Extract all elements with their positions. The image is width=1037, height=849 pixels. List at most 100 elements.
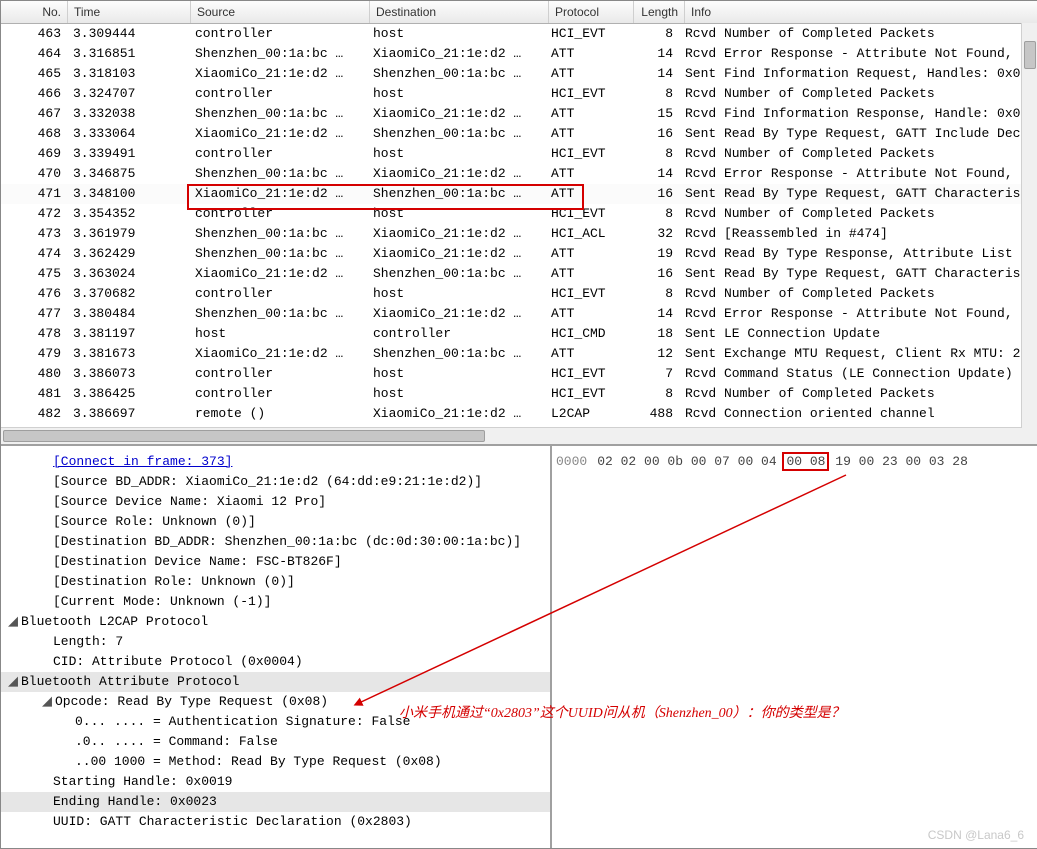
detail-mode[interactable]: [Current Mode: Unknown (-1)] (1, 592, 550, 612)
col-proto[interactable]: Protocol (549, 1, 634, 23)
cell-src: host (189, 324, 367, 344)
cell-dst: host (367, 204, 545, 224)
table-row[interactable]: 4733.361979Shenzhen_00:1a:bc …XiaomiCo_2… (1, 224, 1037, 244)
table-row[interactable]: 4643.316851Shenzhen_00:1a:bc …XiaomiCo_2… (1, 44, 1037, 64)
table-row[interactable]: 4633.309444controllerhostHCI_EVT8Rcvd Nu… (1, 24, 1037, 44)
expand-icon[interactable]: ◢ (7, 612, 19, 632)
cell-src: remote () (189, 404, 367, 424)
table-row[interactable]: 4753.363024XiaomiCo_21:1e:d2 …Shenzhen_0… (1, 264, 1037, 284)
cell-proto: HCI_EVT (545, 24, 629, 44)
detail-dst-addr[interactable]: [Destination BD_ADDR: Shenzhen_00:1a:bc … (1, 532, 550, 552)
table-row[interactable]: 4813.386425controllerhostHCI_EVT8Rcvd Nu… (1, 384, 1037, 404)
expand-icon[interactable]: ◢ (41, 692, 53, 712)
detail-len[interactable]: Length: 7 (1, 632, 550, 652)
cell-len: 16 (629, 184, 679, 204)
cell-info: Rcvd Number of Completed Packets (679, 84, 1037, 104)
detail-end-handle[interactable]: Ending Handle: 0x0023 (1, 792, 550, 812)
packet-rows[interactable]: 4633.309444controllerhostHCI_EVT8Rcvd Nu… (1, 24, 1037, 444)
hscroll-thumb[interactable] (3, 430, 485, 442)
cell-info: Rcvd Error Response - Attribute Not Foun… (679, 164, 1037, 184)
detail-uuid[interactable]: UUID: GATT Characteristic Declaration (0… (1, 812, 550, 832)
cell-proto: L2CAP (545, 404, 629, 424)
cell-info: Rcvd Number of Completed Packets (679, 384, 1037, 404)
cell-no: 469 (1, 144, 67, 164)
cell-len: 18 (629, 324, 679, 344)
table-row[interactable]: 4763.370682controllerhostHCI_EVT8Rcvd Nu… (1, 284, 1037, 304)
cell-info: Sent Find Information Request, Handles: … (679, 64, 1037, 84)
cell-no: 473 (1, 224, 67, 244)
cell-time: 3.316851 (67, 44, 189, 64)
cell-time: 3.370682 (67, 284, 189, 304)
expand-icon[interactable]: ◢ (7, 672, 19, 692)
table-row[interactable]: 4783.381197hostcontrollerHCI_CMD18Sent L… (1, 324, 1037, 344)
detail-start-handle[interactable]: Starting Handle: 0x0019 (1, 772, 550, 792)
cell-proto: ATT (545, 244, 629, 264)
cell-time: 3.381673 (67, 344, 189, 364)
table-row[interactable]: 4803.386073controllerhostHCI_EVT7Rcvd Co… (1, 364, 1037, 384)
col-no[interactable]: No. (1, 1, 68, 23)
cell-no: 468 (1, 124, 67, 144)
detail-cid[interactable]: CID: Attribute Protocol (0x0004) (1, 652, 550, 672)
packet-list-pane[interactable]: No. Time Source Destination Protocol Len… (1, 1, 1037, 446)
cell-dst: Shenzhen_00:1a:bc … (367, 64, 545, 84)
detail-connect-link[interactable]: [Connect in frame: 373] (53, 454, 232, 469)
cell-info: Sent Read By Type Request, GATT Characte… (679, 264, 1037, 284)
table-row[interactable]: 4823.386697remote ()XiaomiCo_21:1e:d2 …L… (1, 404, 1037, 424)
table-row[interactable]: 4673.332038Shenzhen_00:1a:bc …XiaomiCo_2… (1, 104, 1037, 124)
hex-offset: 0000 (556, 454, 587, 469)
col-info[interactable]: Info (685, 1, 1037, 23)
cell-no: 479 (1, 344, 67, 364)
vscrollbar[interactable] (1021, 23, 1037, 444)
cell-time: 3.332038 (67, 104, 189, 124)
tree-attp[interactable]: ◢Bluetooth Attribute Protocol (1, 672, 550, 692)
col-src[interactable]: Source (191, 1, 370, 23)
col-len[interactable]: Length (634, 1, 685, 23)
table-row[interactable]: 4703.346875Shenzhen_00:1a:bc …XiaomiCo_2… (1, 164, 1037, 184)
cell-src: controller (189, 84, 367, 104)
cell-src: controller (189, 204, 367, 224)
cell-dst: host (367, 144, 545, 164)
cell-proto: HCI_EVT (545, 384, 629, 404)
cell-len: 488 (629, 404, 679, 424)
cell-proto: HCI_EVT (545, 144, 629, 164)
detail-src-role[interactable]: [Source Role: Unknown (0)] (1, 512, 550, 532)
detail-bit-cmd[interactable]: .0.. .... = Command: False (1, 732, 550, 752)
cell-info: Rcvd Number of Completed Packets (679, 24, 1037, 44)
cell-proto: ATT (545, 344, 629, 364)
table-row[interactable]: 4773.380484Shenzhen_00:1a:bc …XiaomiCo_2… (1, 304, 1037, 324)
table-row[interactable]: 4683.333064XiaomiCo_21:1e:d2 …Shenzhen_0… (1, 124, 1037, 144)
detail-bit-method[interactable]: ..00 1000 = Method: Read By Type Request… (1, 752, 550, 772)
table-row[interactable]: 4793.381673XiaomiCo_21:1e:d2 …Shenzhen_0… (1, 344, 1037, 364)
cell-proto: HCI_EVT (545, 84, 629, 104)
table-row[interactable]: 4663.324707controllerhostHCI_EVT8Rcvd Nu… (1, 84, 1037, 104)
table-row[interactable]: 4693.339491controllerhostHCI_EVT8Rcvd Nu… (1, 144, 1037, 164)
cell-time: 3.354352 (67, 204, 189, 224)
vscroll-thumb[interactable] (1024, 41, 1036, 69)
cell-len: 8 (629, 204, 679, 224)
detail-src-dev[interactable]: [Source Device Name: Xiaomi 12 Pro] (1, 492, 550, 512)
hscrollbar[interactable] (1, 427, 1022, 444)
hex-row[interactable]: 000002 02 00 0b 00 07 00 04 00 08 19 00 … (556, 452, 1034, 472)
hex-pane[interactable]: 000002 02 00 0b 00 07 00 04 00 08 19 00 … (552, 446, 1037, 848)
cell-proto: ATT (545, 304, 629, 324)
col-dst[interactable]: Destination (370, 1, 549, 23)
cell-no: 478 (1, 324, 67, 344)
cell-info: Sent Read By Type Request, GATT Characte… (679, 184, 1037, 204)
detail-dst-dev[interactable]: [Destination Device Name: FSC-BT826F] (1, 552, 550, 572)
cell-src: Shenzhen_00:1a:bc … (189, 104, 367, 124)
table-row[interactable]: 4723.354352controllerhostHCI_EVT8Rcvd Nu… (1, 204, 1037, 224)
cell-dst: Shenzhen_00:1a:bc … (367, 184, 545, 204)
detail-src-addr[interactable]: [Source BD_ADDR: XiaomiCo_21:1e:d2 (64:d… (1, 472, 550, 492)
packet-detail-pane[interactable]: [Connect in frame: 373] [Source BD_ADDR:… (1, 446, 552, 848)
detail-dst-role[interactable]: [Destination Role: Unknown (0)] (1, 572, 550, 592)
tree-l2cap[interactable]: ◢Bluetooth L2CAP Protocol (1, 612, 550, 632)
cell-dst: host (367, 24, 545, 44)
packet-list-header[interactable]: No. Time Source Destination Protocol Len… (1, 1, 1037, 24)
table-row[interactable]: 4653.318103XiaomiCo_21:1e:d2 …Shenzhen_0… (1, 64, 1037, 84)
col-time[interactable]: Time (68, 1, 191, 23)
cell-proto: HCI_EVT (545, 284, 629, 304)
table-row[interactable]: 4713.348100XiaomiCo_21:1e:d2 …Shenzhen_0… (1, 184, 1037, 204)
cell-no: 472 (1, 204, 67, 224)
table-row[interactable]: 4743.362429Shenzhen_00:1a:bc …XiaomiCo_2… (1, 244, 1037, 264)
cell-proto: ATT (545, 104, 629, 124)
